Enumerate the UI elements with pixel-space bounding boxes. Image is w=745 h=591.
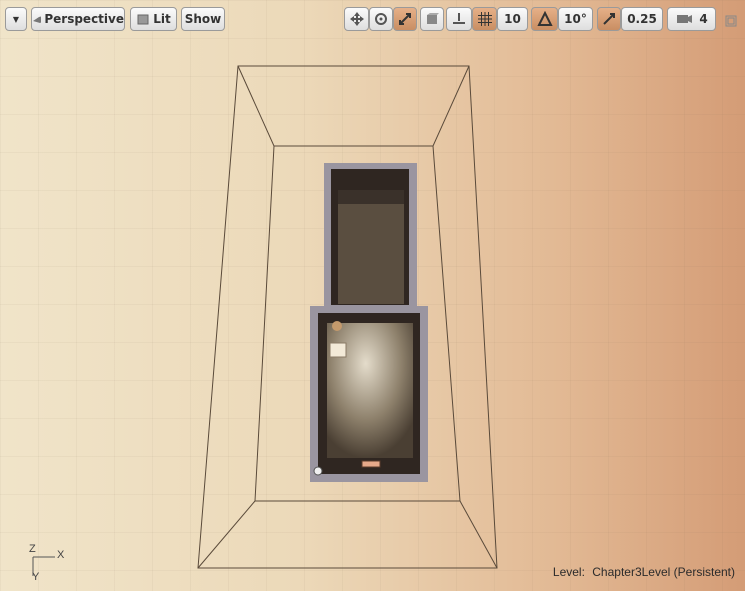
upper-room[interactable] [324, 163, 417, 309]
viewport-options-button[interactable]: ▼ [5, 7, 27, 31]
rotate-mode-button[interactable] [369, 7, 393, 31]
grid-icon [477, 12, 492, 26]
perspective-label: Perspective [44, 12, 124, 26]
grid-snap-value[interactable]: 10 [497, 7, 528, 31]
rotation-snap-value-label: 10° [564, 12, 587, 26]
prop-barrel[interactable] [332, 321, 342, 331]
translate-mode-button[interactable] [344, 7, 369, 31]
camera-speed-icon [677, 15, 693, 23]
scale-snap-value-label: 0.25 [627, 12, 657, 26]
door-marker[interactable] [361, 460, 381, 468]
axis-x-label: X [57, 549, 65, 561]
chevron-down-icon: ▼ [12, 14, 20, 24]
prop-table[interactable] [329, 342, 347, 358]
scale-icon [399, 13, 411, 25]
move-arrows-icon [349, 12, 364, 26]
scene [197, 65, 498, 569]
axis-z-label: Z [29, 543, 36, 555]
level-label: Level: [552, 565, 585, 579]
world-icon [427, 13, 439, 24]
scale-mode-button[interactable] [393, 7, 417, 31]
camera-icon [33, 16, 42, 23]
grid-snap-toggle[interactable] [472, 7, 497, 31]
surface-snap-button[interactable] [446, 7, 472, 31]
lit-button[interactable]: Lit [130, 7, 177, 31]
perspective-button[interactable]: Perspective [31, 7, 125, 31]
lit-label: Lit [153, 12, 171, 26]
scale-snap-value[interactable]: 0.25 [621, 7, 663, 31]
rotate-icon [375, 13, 387, 25]
show-button[interactable]: Show [181, 7, 225, 31]
axis-gizmo: Z X Y [27, 543, 72, 583]
scale-snap-icon [603, 13, 615, 25]
player-start-icon[interactable] [313, 466, 323, 476]
show-label: Show [184, 12, 222, 26]
angle-icon [536, 11, 553, 26]
level-name: Chapter3Level (Persistent) [592, 565, 735, 579]
maximize-viewport-icon[interactable] [725, 12, 737, 27]
grid-snap-value-label: 10 [504, 12, 521, 26]
level-status: Level: Chapter3Level (Persistent) [553, 565, 735, 579]
surface-snap-icon [453, 13, 465, 24]
cube-icon [137, 14, 149, 25]
rotation-snap-toggle[interactable] [531, 7, 558, 31]
camera-speed-button[interactable]: 4 [667, 7, 716, 31]
camera-speed-value-label: 4 [699, 12, 708, 26]
axis-y-label: Y [32, 571, 40, 583]
rotation-snap-value[interactable]: 10° [558, 7, 593, 31]
scale-snap-toggle[interactable] [597, 7, 621, 31]
viewport-toolbar: ▼ Perspective Lit Show 10 10° 0.25 4 [0, 7, 745, 33]
world-local-button[interactable] [420, 7, 444, 31]
lower-room[interactable] [310, 306, 428, 482]
level-viewport[interactable]: ▼ Perspective Lit Show 10 10° 0.25 4 Z X… [0, 0, 745, 591]
